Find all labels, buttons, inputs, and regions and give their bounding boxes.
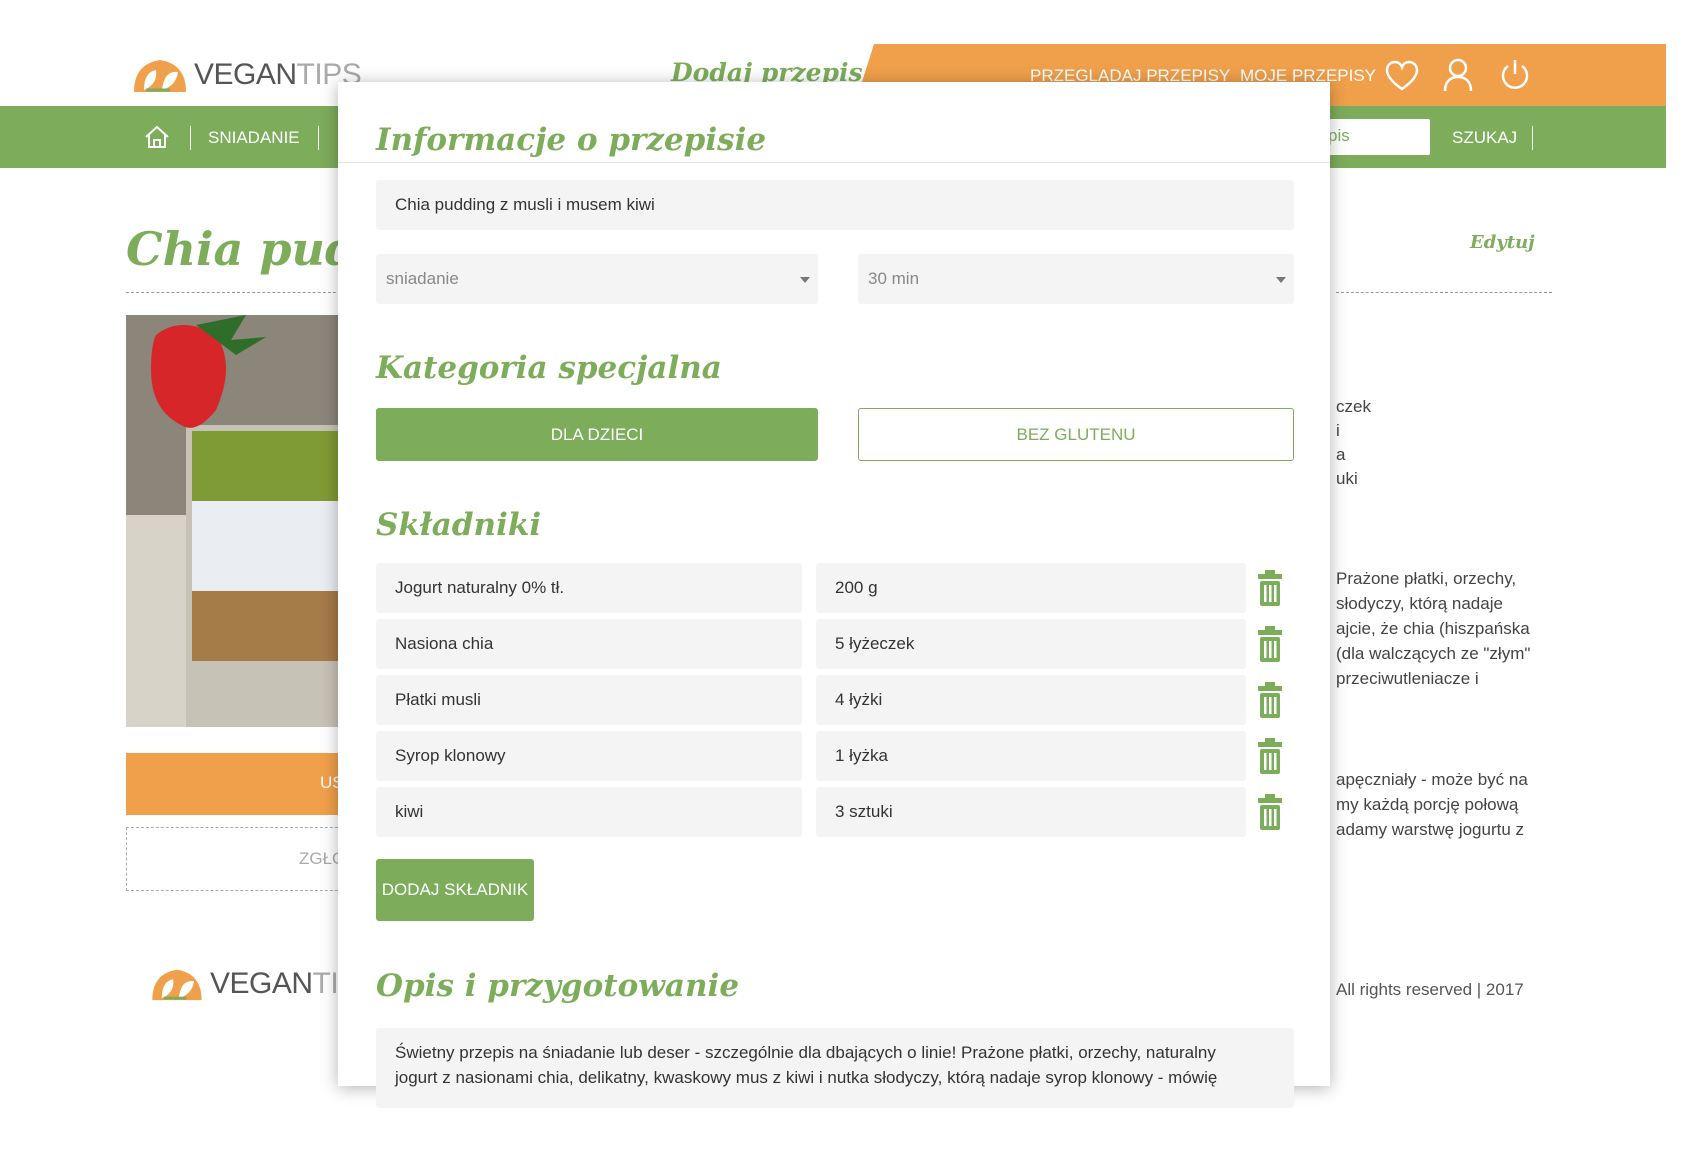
- nav-divider: [190, 126, 191, 150]
- category-gluten-free-button[interactable]: BEZ GLUTENU: [858, 408, 1294, 461]
- nav-divider: [318, 126, 319, 150]
- ingredient-name-input[interactable]: Nasiona chia: [376, 619, 802, 669]
- ingredient-name-input[interactable]: Płatki musli: [376, 675, 802, 725]
- title-divider: [1336, 292, 1552, 293]
- ingredient-name-input[interactable]: kiwi: [376, 787, 802, 837]
- ingredient-amount-input[interactable]: 200 g: [816, 563, 1246, 613]
- meal-type-select[interactable]: sniadanie: [376, 254, 818, 304]
- recipe-name-input[interactable]: Chia pudding z musli i musem kiwi: [376, 180, 1294, 230]
- description-snippet: my każdą porcję połową: [1336, 795, 1519, 814]
- footer-copyright: All rights reserved | 2017: [1336, 980, 1524, 999]
- heart-icon[interactable]: [1385, 60, 1419, 92]
- description-snippet: apęczniały - może być na: [1336, 770, 1528, 789]
- nav-divider: [1532, 126, 1533, 150]
- title-divider: [126, 292, 346, 293]
- logo-leaf-icon: [152, 969, 202, 1001]
- ingredient-name-input[interactable]: Syrop klonowy: [376, 731, 802, 781]
- site-logo[interactable]: VEGANTIPS: [130, 56, 362, 94]
- edit-recipe-modal: Informacje o przepisie Chia pudding z mu…: [338, 82, 1330, 1108]
- user-icon[interactable]: [1442, 57, 1474, 93]
- meal-type-value: sniadanie: [386, 269, 459, 288]
- search-input[interactable]: pis: [1322, 119, 1430, 155]
- logo-text-vegan: VEGAN: [194, 58, 297, 91]
- logo-text-tips: TI: [312, 967, 339, 1000]
- ingredient-amount-input[interactable]: 5 łyżeczek: [816, 619, 1246, 669]
- section-heading-ingredients: Składniki: [376, 507, 542, 543]
- trash-icon[interactable]: [1258, 682, 1282, 718]
- description-snippet: adamy warstwę jogurtu z: [1336, 820, 1525, 839]
- home-icon[interactable]: [144, 125, 170, 149]
- logo-text-vegan: VEGAN: [210, 967, 313, 1000]
- trash-icon[interactable]: [1258, 570, 1282, 606]
- ingredient-name-input[interactable]: Jogurt naturalny 0% tł.: [376, 563, 802, 613]
- logo-leaf-icon: [134, 60, 186, 92]
- ingredient-snippet: i: [1336, 421, 1340, 440]
- trash-icon[interactable]: [1258, 626, 1282, 662]
- ingredient-amount-input[interactable]: 4 łyżki: [816, 675, 1246, 725]
- chevron-down-icon: [1276, 277, 1286, 283]
- ingredient-snippet: uki: [1336, 469, 1358, 488]
- chevron-down-icon: [800, 277, 810, 283]
- recipe-photo-illustration: [126, 315, 340, 727]
- description-snippet: przeciwutleniacze i: [1336, 669, 1479, 688]
- recipe-photo: [126, 315, 340, 727]
- prep-time-select[interactable]: 30 min: [858, 254, 1294, 304]
- trash-icon[interactable]: [1258, 738, 1282, 774]
- trash-icon[interactable]: [1258, 794, 1282, 830]
- section-heading-info: Informacje o przepisie: [376, 122, 767, 158]
- section-heading-category: Kategoria specjalna: [376, 350, 722, 386]
- category-kids-button[interactable]: DLA DZIECI: [376, 408, 818, 461]
- ingredient-snippet: a: [1336, 445, 1346, 464]
- description-snippet: Prażone płatki, orzechy,: [1336, 569, 1517, 588]
- nav-item-sniadanie[interactable]: SNIADANIE: [208, 128, 300, 148]
- description-snippet: słodyczy, którą nadaje: [1336, 594, 1503, 613]
- description-snippet: ajcie, że chia (hiszpańska: [1336, 619, 1530, 638]
- search-button[interactable]: SZUKAJ: [1452, 128, 1517, 148]
- ingredient-amount-input[interactable]: 1 łyżka: [816, 731, 1246, 781]
- ingredient-amount-input[interactable]: 3 sztuki: [816, 787, 1246, 837]
- description-line: jogurt z nasionami chia, delikatny, kwas…: [395, 1068, 1218, 1087]
- description-snippet: (dla walczących ze "złym": [1336, 644, 1531, 663]
- section-heading-description: Opis i przygotowanie: [376, 968, 740, 1004]
- prep-time-value: 30 min: [868, 269, 920, 288]
- ingredient-snippet: czek: [1336, 397, 1371, 416]
- power-icon[interactable]: [1498, 58, 1532, 92]
- section-divider: [338, 162, 1330, 163]
- description-line: Świetny przepis na śniadanie lub deser -…: [395, 1043, 1216, 1062]
- footer-logo[interactable]: VEGANTI: [148, 966, 339, 1002]
- description-textarea[interactable]: Świetny przepis na śniadanie lub deser -…: [376, 1028, 1294, 1108]
- add-ingredient-button[interactable]: DODAJ SKŁADNIK: [376, 859, 534, 921]
- edit-link[interactable]: Edytuj: [1470, 232, 1535, 253]
